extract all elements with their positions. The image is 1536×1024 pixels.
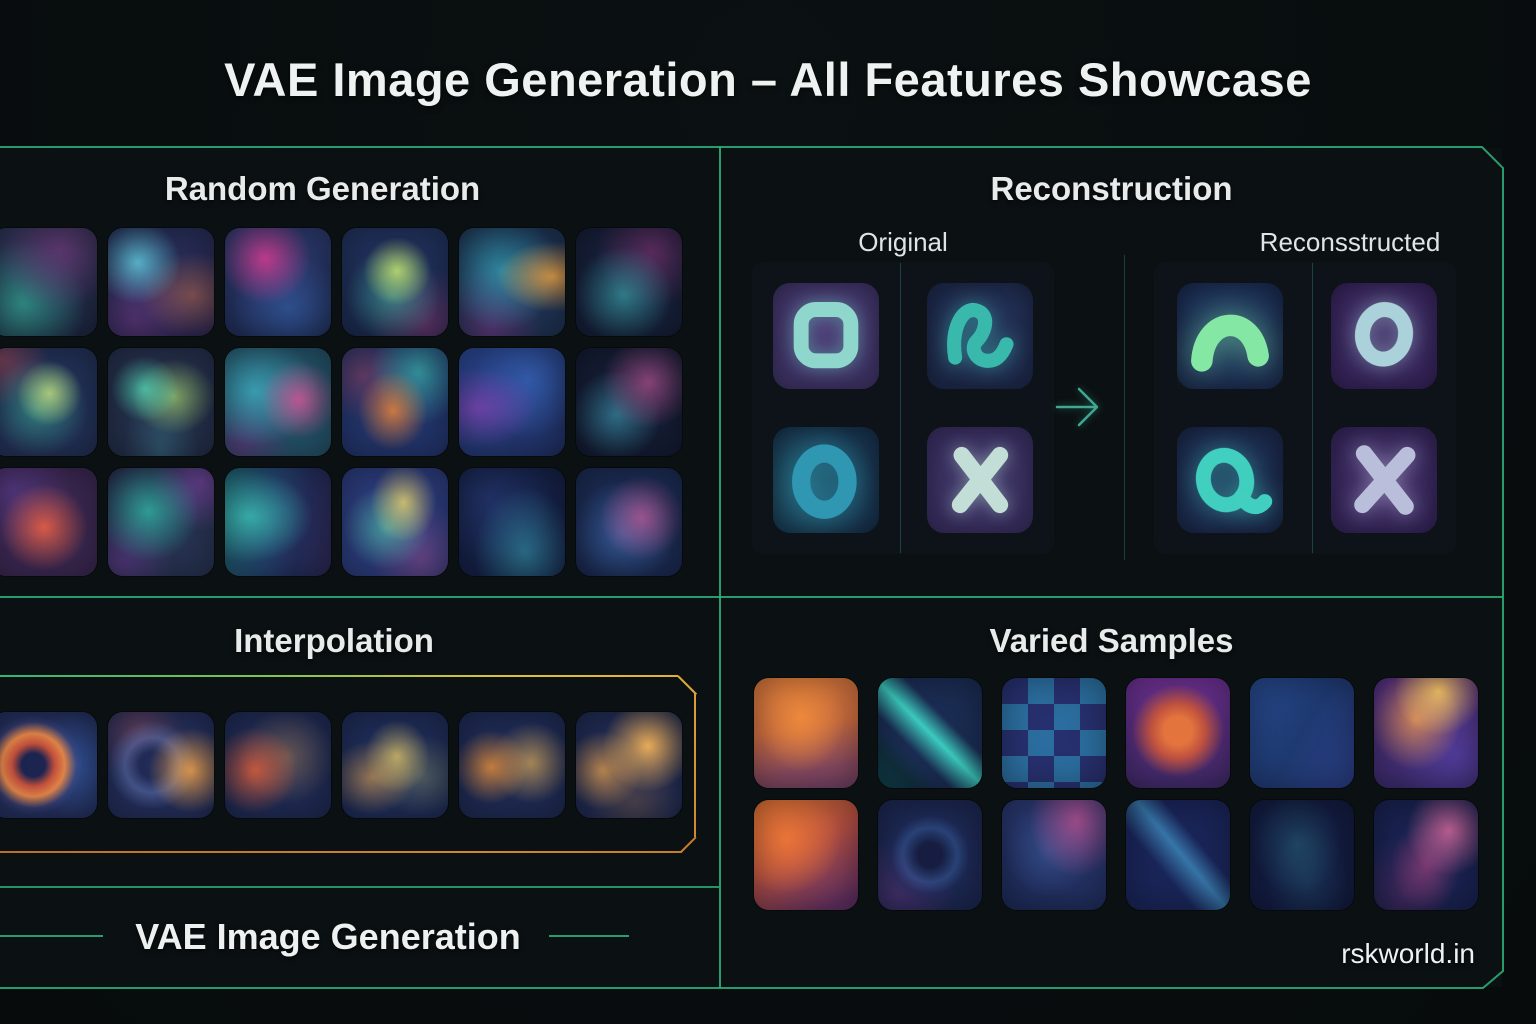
random-sample-tile (0, 228, 97, 336)
vae-showcase-poster: VAE Image Generation – All Features Show… (0, 0, 1536, 1024)
interpolation-title: Interpolation (0, 622, 668, 660)
interpolation-strip-border-top (0, 675, 678, 677)
page-title: VAE Image Generation – All Features Show… (0, 52, 1536, 107)
random-sample-tile (225, 228, 331, 336)
random-sample-tile (576, 468, 682, 576)
reconstructed-grid-divider (1312, 263, 1313, 553)
varied-sample-tile (1002, 678, 1106, 788)
glyph-thick-circle-icon (773, 427, 879, 533)
reconstructed-digit-tile (1177, 427, 1283, 533)
varied-sample-tile (1126, 800, 1230, 910)
varied-sample-tile (754, 800, 858, 910)
varied-sample-tile (754, 678, 858, 788)
varied-sample-tile (1250, 678, 1354, 788)
random-sample-tile (459, 468, 565, 576)
varied-sample-tile (1374, 678, 1478, 788)
random-sample-tile (342, 348, 448, 456)
interpolation-step-tile (342, 712, 448, 818)
interpolation-step-tile (108, 712, 214, 818)
varied-sample-tile (1002, 800, 1106, 910)
random-sample-tile (108, 228, 214, 336)
random-sample-tile (0, 468, 97, 576)
original-label: Original (753, 227, 1053, 258)
glyph-squiggle-icon (927, 283, 1033, 389)
reconstructed-digit-tile (1177, 283, 1283, 389)
random-sample-tile (0, 348, 97, 456)
varied-sample-tile (878, 678, 982, 788)
interpolation-step-tile (576, 712, 682, 818)
random-sample-tile (459, 228, 565, 336)
reconstructed-grid-panel (1155, 263, 1455, 553)
banner-rule-left (0, 935, 103, 937)
random-generation-title: Random Generation (0, 170, 645, 208)
glyph-arc-icon (1177, 283, 1283, 389)
random-sample-tile (459, 348, 565, 456)
interpolation-strip-border-bottom (0, 851, 682, 853)
interpolation-step-tile (225, 712, 331, 818)
original-grid-panel (753, 263, 1053, 553)
glyph-cross-icon (1331, 427, 1437, 533)
interpolation-strip (0, 712, 682, 818)
random-sample-tile (225, 468, 331, 576)
random-sample-tile (576, 228, 682, 336)
varied-samples-title: Varied Samples (720, 622, 1503, 660)
banner-title: VAE Image Generation (100, 916, 556, 958)
varied-samples-grid (754, 678, 1478, 910)
varied-sample-tile (1374, 800, 1478, 910)
reconstructed-label: Reconsstructed (1200, 227, 1500, 258)
random-sample-tile (108, 348, 214, 456)
interpolation-step-tile (0, 712, 97, 818)
interpolation-strip-border-right (694, 693, 696, 837)
random-sample-tile (342, 468, 448, 576)
original-digit-tile (773, 283, 879, 389)
original-digit-tile (927, 427, 1033, 533)
banner-rule-right (549, 935, 629, 937)
reconstructed-digit-tile (1331, 283, 1437, 389)
random-sample-tile (342, 228, 448, 336)
reconstruction-title: Reconstruction (720, 170, 1503, 208)
varied-sample-tile (1126, 678, 1230, 788)
original-grid-divider (900, 263, 901, 553)
varied-sample-tile (1250, 800, 1354, 910)
random-generation-grid (0, 228, 682, 576)
glyph-q-loop-icon (1177, 427, 1283, 533)
arrow-right-icon (1055, 381, 1115, 431)
glyph-small-circle-icon (1331, 283, 1437, 389)
glyph-rounded-square-icon (773, 283, 879, 389)
glyph-cross-icon (927, 427, 1033, 533)
original-digit-tile (927, 283, 1033, 389)
random-sample-tile (576, 348, 682, 456)
reconstruction-section-divider (1124, 255, 1125, 560)
interpolation-step-tile (459, 712, 565, 818)
brand-watermark: rskworld.in (1341, 938, 1475, 970)
random-sample-tile (225, 348, 331, 456)
random-sample-tile (108, 468, 214, 576)
original-digit-tile (773, 427, 879, 533)
varied-sample-tile (878, 800, 982, 910)
reconstructed-digit-tile (1331, 427, 1437, 533)
